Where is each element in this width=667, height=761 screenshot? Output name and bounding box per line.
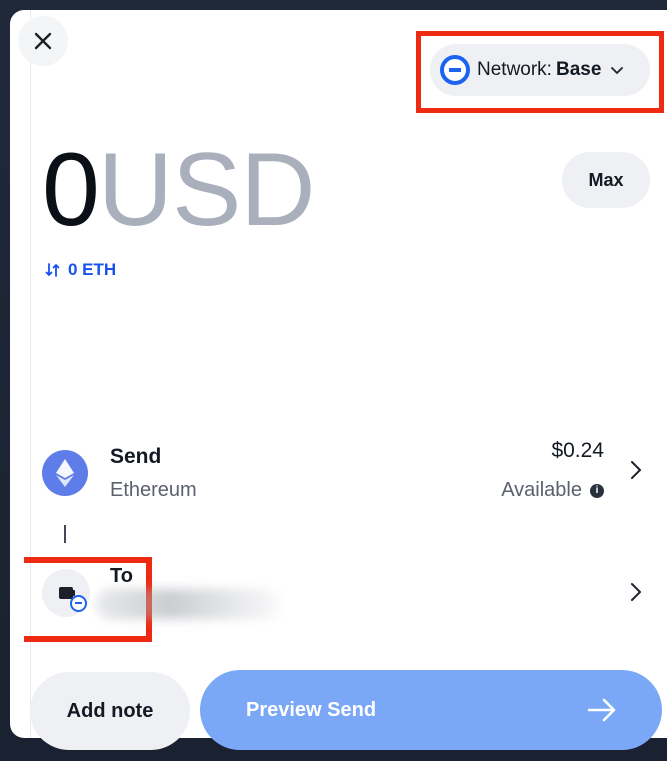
base-network-badge-icon [70,595,87,612]
send-title: Send [110,445,162,468]
wallet-icon [42,569,90,617]
currency-toggle[interactable]: 0 ETH [44,260,116,280]
amount-display[interactable]: 0 USD [42,132,316,248]
preview-send-button[interactable]: Preview Send [200,670,662,750]
send-asset-name: Ethereum [110,479,197,501]
chevron-right-icon [631,461,641,479]
ethereum-icon [42,450,88,496]
available-label: Available [501,479,582,501]
conversion-text: 0 ETH [68,260,117,279]
to-label: To [110,565,133,587]
available-label-wrap: Available i [501,479,604,502]
network-label: Network: [477,59,552,80]
amount-currency: USD [97,132,316,248]
chevron-down-icon [611,67,624,74]
preview-send-label: Preview Send [246,698,377,721]
add-note-button[interactable]: Add note [30,672,190,750]
amount-value: 0 [42,132,100,248]
ethereum-glyph [56,459,74,487]
info-icon[interactable]: i [590,483,604,498]
row-connector-line [64,525,66,543]
recipient-address-redacted[interactable] [96,589,280,619]
network-label-wrap: Network: Base [477,59,601,81]
network-selector[interactable]: Network: Base [430,44,650,96]
close-icon [34,32,52,50]
send-balance: $0.24 [551,439,604,462]
network-value: Base [555,59,602,80]
close-button[interactable] [18,16,68,66]
swap-arrows-icon [45,263,60,277]
max-button[interactable]: Max [562,152,650,208]
recipient-chevron-right-icon[interactable] [629,581,643,603]
base-network-icon [440,55,470,85]
arrow-right-icon [587,698,616,722]
send-asset-row[interactable]: Send Ethereum $0.24 Available i [30,432,667,508]
